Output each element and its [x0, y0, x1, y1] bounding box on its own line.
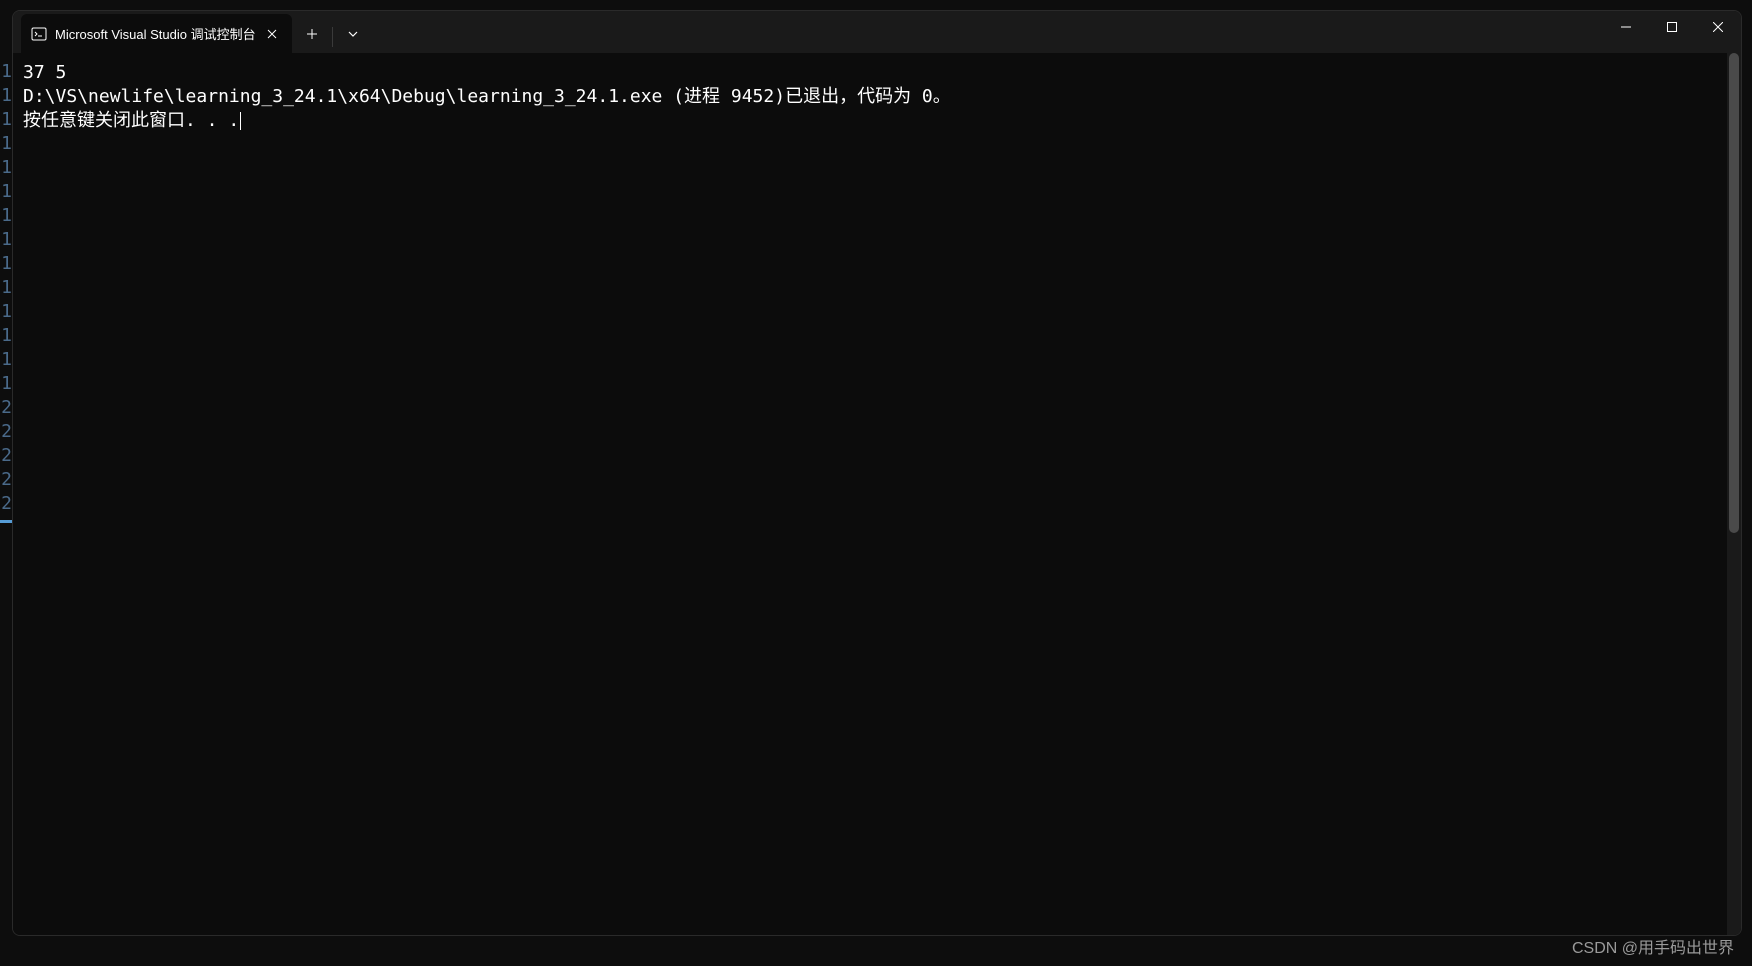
- maximize-button[interactable]: [1649, 11, 1695, 43]
- text-cursor: [240, 112, 241, 130]
- divider: [332, 27, 333, 47]
- new-tab-button[interactable]: [294, 16, 330, 52]
- scrollbar-thumb[interactable]: [1729, 53, 1739, 533]
- output-line: 37 5: [23, 61, 1731, 85]
- vertical-scrollbar[interactable]: [1727, 53, 1741, 935]
- minimize-button[interactable]: [1603, 11, 1649, 43]
- close-window-button[interactable]: [1695, 11, 1741, 43]
- tab-debug-console[interactable]: Microsoft Visual Studio 调试控制台: [21, 14, 292, 53]
- tab-dropdown-button[interactable]: [335, 16, 371, 52]
- tab-title: Microsoft Visual Studio 调试控制台: [55, 24, 256, 43]
- console-output[interactable]: 37 5D:\VS\newlife\learning_3_24.1\x64\De…: [13, 53, 1741, 935]
- console-icon: [31, 26, 47, 42]
- output-line: 按任意键关闭此窗口. . .: [23, 110, 239, 131]
- highlight-indicator: [0, 520, 12, 523]
- watermark-text: CSDN @用手码出世界: [1572, 934, 1734, 958]
- close-icon[interactable]: [264, 26, 280, 42]
- output-line: D:\VS\newlife\learning_3_24.1\x64\Debug\…: [23, 85, 1731, 109]
- terminal-window: Microsoft Visual Studio 调试控制台: [12, 10, 1742, 936]
- editor-line-numbers: 1 1 1 1 1 1 1 1 1 1 1 1 1 1 2 2 2 2 2: [0, 0, 12, 966]
- titlebar[interactable]: Microsoft Visual Studio 调试控制台: [13, 11, 1741, 53]
